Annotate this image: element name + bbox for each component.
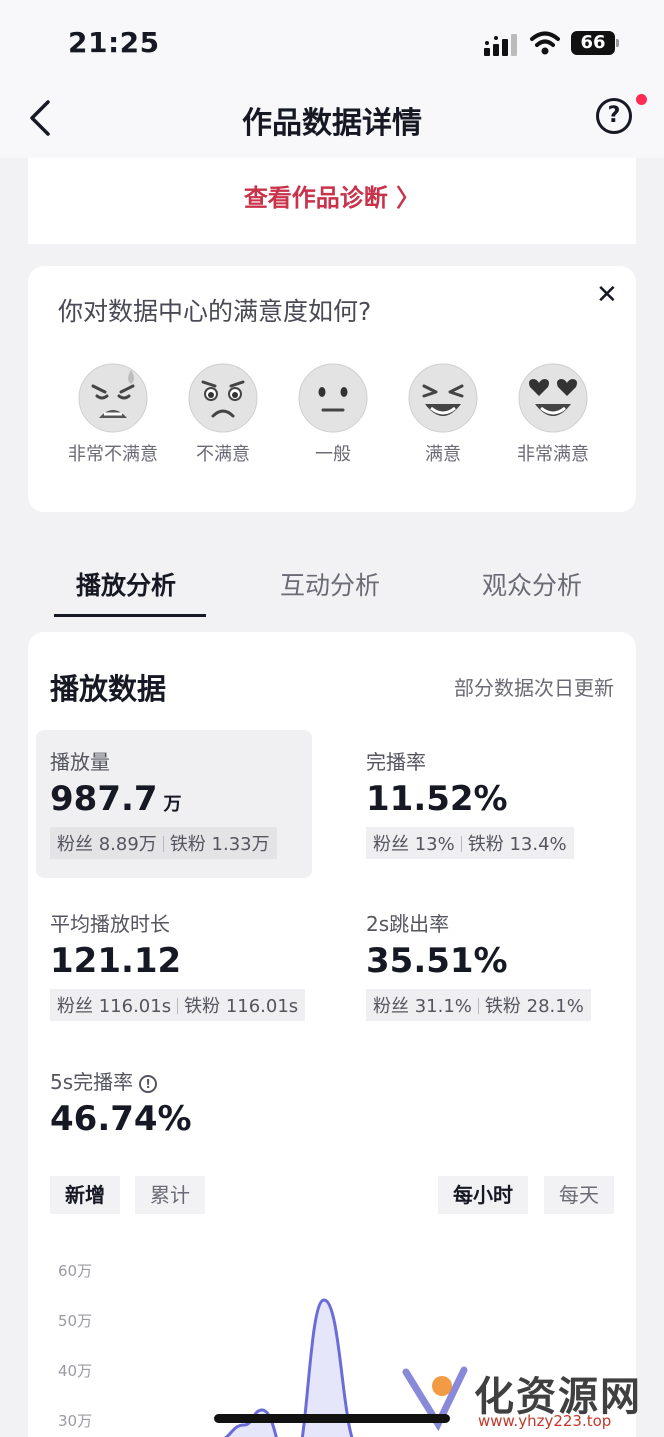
metric-avg-duration[interactable]: 平均播放时长 121.12 粉丝 116.01s 铁粉 116.01s — [50, 908, 306, 1021]
metric-5s-completion[interactable]: 5s完播率! 46.74% — [50, 1066, 192, 1139]
status-time: 21:25 — [68, 26, 160, 59]
very-dissatisfied-face-icon — [78, 363, 148, 433]
wifi-icon — [530, 31, 560, 55]
cellular-signal-icon — [484, 34, 517, 56]
metric-label: 2s跳出率 — [366, 912, 450, 936]
satisfied-face-icon — [408, 363, 478, 433]
update-note: 部分数据次日更新 — [454, 676, 614, 700]
watermark-url: www.yhzy223.top — [478, 1412, 612, 1430]
status-bar: 21:25 66 — [0, 0, 664, 80]
option-label: 一般 — [315, 444, 351, 465]
battery-icon: 66 — [571, 31, 619, 55]
info-icon[interactable]: ! — [139, 1075, 158, 1093]
view-diagnosis-link[interactable]: 查看作品诊断 〉 — [244, 178, 420, 213]
satisfaction-survey: 你对数据中心的满意度如何? ✕ 非常不满意 不满意 一般 满意 非常满意 — [28, 266, 636, 512]
option-label: 不满意 — [196, 444, 250, 465]
metric-label: 播放量 — [50, 750, 110, 774]
option-dissatisfied[interactable]: 不满意 — [168, 362, 278, 466]
option-label: 满意 — [425, 444, 461, 465]
toggle-hourly[interactable]: 每小时 — [438, 1176, 528, 1214]
notification-dot — [636, 94, 647, 105]
metric-bounce-rate[interactable]: 2s跳出率 35.51% 粉丝 31.1% 铁粉 28.1% — [366, 908, 591, 1021]
help-icon[interactable]: ? — [596, 98, 632, 134]
toggle-new[interactable]: 新增 — [50, 1176, 120, 1214]
metric-breakdown: 粉丝 13% 铁粉 13.4% — [366, 827, 574, 859]
survey-question: 你对数据中心的满意度如何? — [58, 297, 372, 326]
option-very-satisfied[interactable]: 非常满意 — [498, 362, 608, 466]
metric-label: 完播率 — [366, 750, 426, 774]
metric-breakdown: 粉丝 31.1% 铁粉 28.1% — [366, 989, 591, 1021]
neutral-face-icon — [298, 363, 368, 433]
home-indicator — [214, 1414, 450, 1423]
diagnose-card: 查看作品诊断 〉 — [28, 158, 636, 244]
tab-play-analysis[interactable]: 播放分析 — [76, 566, 176, 602]
play-data-card: 播放数据 部分数据次日更新 播放量 987.7 万 粉丝 8.89万 铁粉 1.33… — [28, 632, 636, 1437]
metric-label: 平均播放时长 — [50, 912, 170, 936]
option-label: 非常不满意 — [68, 444, 158, 465]
heart-eyes-face-icon — [518, 363, 588, 433]
survey-options: 非常不满意 不满意 一般 满意 非常满意 — [58, 362, 618, 472]
dissatisfied-face-icon — [188, 363, 258, 433]
option-very-dissatisfied[interactable]: 非常不满意 — [58, 362, 168, 466]
y-tick-label: 50万 — [58, 1312, 92, 1330]
metric-plays[interactable]: 播放量 987.7 万 粉丝 8.89万 铁粉 1.33万 — [36, 730, 312, 878]
metric-breakdown: 粉丝 116.01s 铁粉 116.01s — [50, 989, 306, 1021]
watermark: 化资源网 www.yhzy223.top — [398, 1362, 664, 1437]
toggle-daily[interactable]: 每天 — [544, 1176, 614, 1214]
section-title: 播放数据 — [50, 672, 167, 706]
y-tick-label: 40万 — [58, 1362, 92, 1380]
option-satisfied[interactable]: 满意 — [388, 362, 498, 466]
option-label: 非常满意 — [517, 444, 589, 465]
page-title: 作品数据详情 — [242, 106, 422, 141]
metric-value: 35.51% — [366, 941, 508, 981]
y-tick-label: 60万 — [58, 1262, 92, 1280]
nav-bar: 作品数据详情 ? — [0, 80, 664, 158]
metric-value: 46.74% — [50, 1099, 192, 1139]
battery-level: 66 — [571, 31, 615, 55]
tab-audience-analysis[interactable]: 观众分析 — [482, 566, 582, 602]
metric-breakdown: 粉丝 8.89万 铁粉 1.33万 — [50, 827, 277, 859]
metric-completion-rate[interactable]: 完播率 11.52% 粉丝 13% 铁粉 13.4% — [366, 746, 574, 859]
y-tick-label: 30万 — [58, 1412, 92, 1430]
toggle-cumulative[interactable]: 累计 — [135, 1176, 205, 1214]
active-tab-indicator — [54, 614, 206, 617]
option-neutral[interactable]: 一般 — [278, 362, 388, 466]
close-icon[interactable]: ✕ — [596, 280, 618, 310]
tab-interaction-analysis[interactable]: 互动分析 — [280, 566, 380, 602]
metric-value: 11.52% — [366, 779, 508, 819]
analysis-tabs: 播放分析 互动分析 观众分析 — [0, 548, 664, 620]
metric-label: 5s完播率! — [50, 1066, 192, 1095]
metric-value: 121.12 — [50, 941, 182, 981]
metric-value: 987.7 万 — [50, 779, 182, 819]
